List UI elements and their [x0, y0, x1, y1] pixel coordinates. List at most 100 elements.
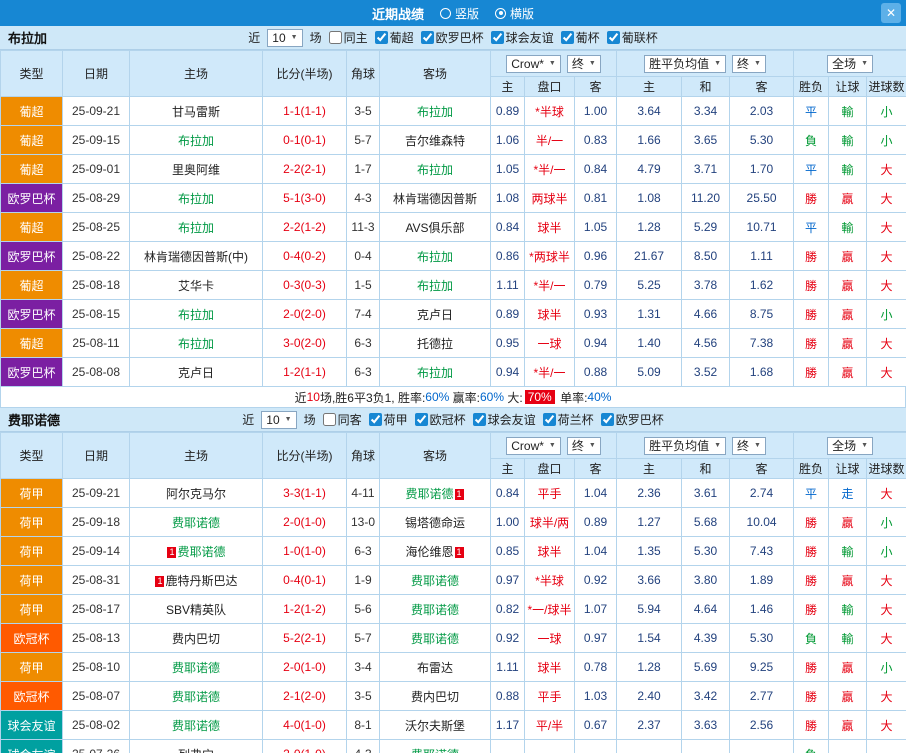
checkbox-input[interactable] — [323, 413, 336, 426]
checkbox-input[interactable] — [543, 413, 556, 426]
team-name: 布拉加 — [417, 250, 453, 264]
league-type-badge: 欧冠杯 — [1, 682, 63, 711]
home-team: 布拉加 — [130, 126, 263, 155]
europe-draw-odds: 4.39 — [682, 624, 730, 653]
match-row: 欧罗巴杯25-08-08克卢日1-2(1-1)6-3布拉加0.94*半/一0.8… — [1, 358, 906, 387]
result-goals: 大 — [867, 329, 906, 358]
scope-select[interactable]: 全场 ▼ — [827, 437, 873, 455]
odds-stage-select[interactable]: 终 ▼ — [567, 437, 601, 455]
league-filter-checkbox[interactable]: 欧罗巴杯 — [421, 29, 484, 46]
match-date: 25-09-01 — [63, 155, 130, 184]
result-handicap: 輸 — [829, 126, 867, 155]
europe-away-odds: 5.30 — [730, 126, 794, 155]
checkbox-input[interactable] — [491, 31, 504, 44]
result-handicap: 贏 — [829, 184, 867, 213]
col-let-goal: 让球 — [829, 77, 867, 97]
dropdown-value: 全场 — [832, 437, 856, 454]
league-filter-checkbox[interactable]: 葡超 — [375, 29, 414, 46]
team-name: 布拉加 — [178, 192, 214, 206]
home-team: SBV精英队 — [130, 595, 263, 624]
league-filter-checkbox[interactable]: 球会友谊 — [473, 411, 536, 428]
match-count-select[interactable]: 10 ▼ — [261, 411, 296, 429]
bookmaker-select[interactable]: Crow* ▼ — [506, 55, 561, 73]
asian-odds-header: Crow* ▼ 终 ▼ — [491, 51, 617, 77]
dropdown-value: 终 — [572, 437, 584, 454]
team-name: 布拉加 — [178, 337, 214, 351]
same-venue-checkbox[interactable]: 同客 — [323, 411, 362, 428]
chevron-down-icon: ▼ — [861, 60, 868, 67]
odds-stage-select[interactable]: 终 ▼ — [567, 55, 601, 73]
league-filter-checkbox[interactable]: 欧罗巴杯 — [601, 411, 664, 428]
match-score: 0-3(0-3) — [263, 271, 347, 300]
europe-odds-select[interactable]: 胜平负均值 ▼ — [644, 437, 726, 455]
radio-horizontal-layout[interactable]: 横版 — [495, 5, 534, 22]
europe-odds-select[interactable]: 胜平负均值 ▼ — [644, 55, 726, 73]
dropdown-value: Crow* — [511, 439, 544, 453]
league-filter-label: 葡联杯 — [622, 29, 658, 46]
result-wdl: 勝 — [794, 508, 829, 537]
match-score: 1-1(1-1) — [263, 97, 347, 126]
col-let-goal: 让球 — [829, 459, 867, 479]
asian-away-odds: 0.67 — [575, 711, 617, 740]
league-filter-label: 葡杯 — [576, 29, 600, 46]
home-team: 里奥阿维 — [130, 155, 263, 184]
league-filter-checkbox[interactable]: 葡联杯 — [607, 29, 658, 46]
asian-home-odds: 0.97 — [491, 566, 525, 595]
league-filter-label: 欧冠杯 — [430, 411, 466, 428]
league-type-badge: 葡超 — [1, 97, 63, 126]
home-team: 甘马雷斯 — [130, 97, 263, 126]
europe-stage-select[interactable]: 终 ▼ — [732, 55, 766, 73]
checkbox-input[interactable] — [421, 31, 434, 44]
asian-handicap: 球半 — [525, 537, 575, 566]
asian-home-odds: 0.85 — [491, 537, 525, 566]
europe-home-odds: 1.28 — [617, 653, 682, 682]
asian-home-odds: 1.08 — [491, 184, 525, 213]
europe-stage-select[interactable]: 终 ▼ — [732, 437, 766, 455]
europe-draw-odds: 5.69 — [682, 653, 730, 682]
europe-draw-odds: 3.63 — [682, 711, 730, 740]
radio-vertical-layout[interactable]: 竖版 — [440, 5, 479, 22]
radio-selected-icon — [495, 8, 506, 19]
league-filter-checkbox[interactable]: 欧冠杯 — [415, 411, 466, 428]
col-asian-away: 客 — [575, 77, 617, 97]
asian-win-rate: 60% — [480, 390, 504, 404]
match-row: 葡超25-09-01里奥阿维2-2(2-1)1-7布拉加1.05*半/一0.84… — [1, 155, 906, 184]
same-venue-checkbox[interactable]: 同主 — [329, 29, 368, 46]
col-home: 主场 — [130, 51, 263, 97]
checkbox-input[interactable] — [415, 413, 428, 426]
league-filter-checkbox[interactable]: 荷兰杯 — [543, 411, 594, 428]
bookmaker-select[interactable]: Crow* ▼ — [506, 437, 561, 455]
checkbox-input[interactable] — [375, 31, 388, 44]
scope-select[interactable]: 全场 ▼ — [827, 55, 873, 73]
away-team: 克卢日 — [380, 300, 491, 329]
asian-home-odds: 0.86 — [491, 242, 525, 271]
league-filter-label: 荷兰杯 — [558, 411, 594, 428]
col-asian-away: 客 — [575, 459, 617, 479]
result-handicap: 贏 — [829, 358, 867, 387]
match-date: 25-08-17 — [63, 595, 130, 624]
asian-away-odds: 0.89 — [575, 508, 617, 537]
team-name: 布拉加 — [417, 279, 453, 293]
checkbox-input[interactable] — [601, 413, 614, 426]
dropdown-value: 终 — [737, 437, 749, 454]
europe-away-odds: 9.25 — [730, 653, 794, 682]
league-filter-label: 荷甲 — [384, 411, 408, 428]
league-filter-checkbox[interactable]: 葡杯 — [561, 29, 600, 46]
checkbox-input[interactable] — [329, 31, 342, 44]
league-filter-label: 球会友谊 — [488, 411, 536, 428]
team-name: 林肯瑞德因普斯 — [393, 192, 477, 206]
league-filter-checkbox[interactable]: 荷甲 — [369, 411, 408, 428]
result-wdl: 平 — [794, 155, 829, 184]
checkbox-input[interactable] — [607, 31, 620, 44]
result-goals: 小 — [867, 97, 906, 126]
checkbox-input[interactable] — [561, 31, 574, 44]
checkbox-input[interactable] — [473, 413, 486, 426]
checkbox-input[interactable] — [369, 413, 382, 426]
match-row: 球会友谊25-07-26列弗宁2-0(1-0)4-3费耶诺德負 — [1, 740, 906, 753]
league-filter-checkbox[interactable]: 球会友谊 — [491, 29, 554, 46]
close-icon[interactable]: ✕ — [881, 3, 901, 23]
home-team: 布拉加 — [130, 184, 263, 213]
match-count-select[interactable]: 10 ▼ — [267, 29, 302, 47]
home-team: 布拉加 — [130, 213, 263, 242]
result-wdl: 勝 — [794, 184, 829, 213]
